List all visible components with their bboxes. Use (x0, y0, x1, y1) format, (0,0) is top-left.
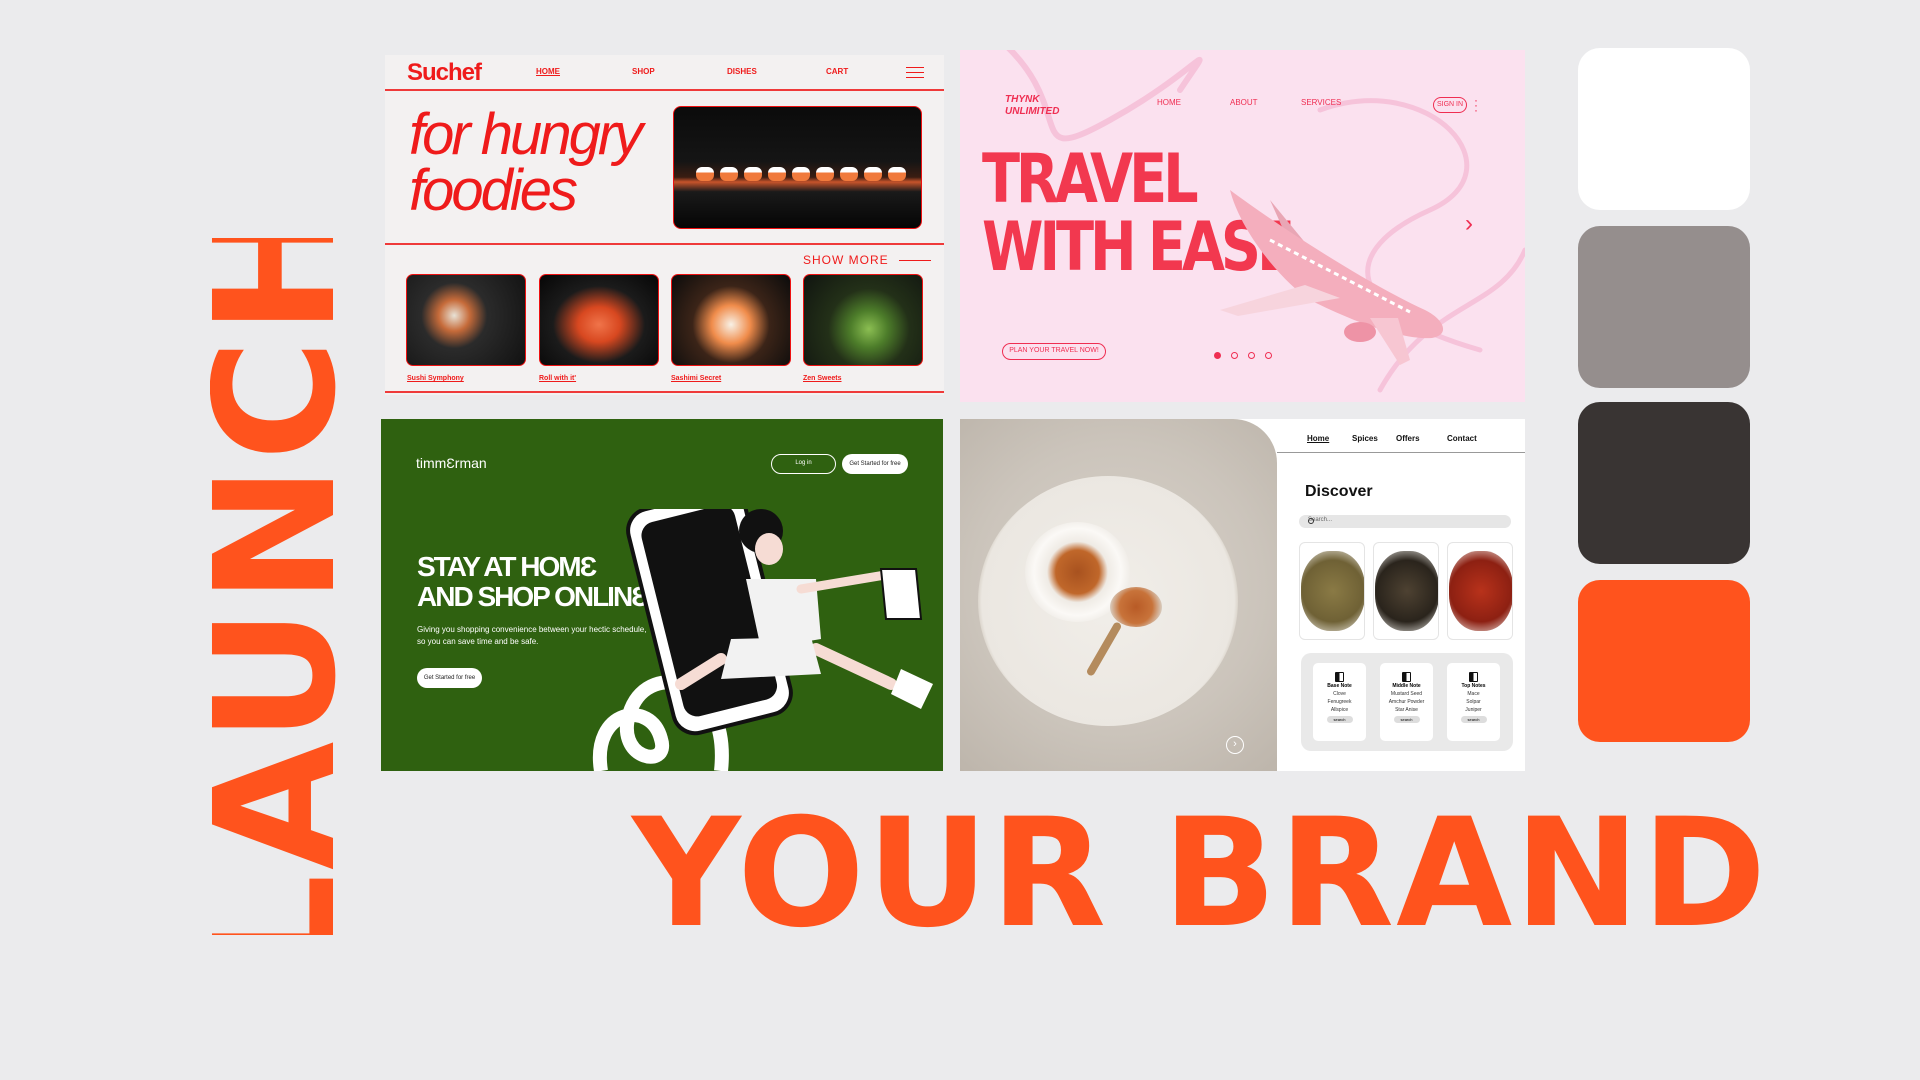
note-title: Top Notes (1461, 683, 1486, 689)
launch-heading: LAUNCH (210, 238, 345, 935)
thynk-logo[interactable]: THYNK UNLIMITED (1005, 94, 1059, 118)
jar-icon (1402, 672, 1411, 682)
note-search-button[interactable]: search (1393, 716, 1420, 723)
spice-image-3 (1449, 551, 1512, 631)
nav-divider (1277, 452, 1525, 453)
slide-dot-2[interactable] (1231, 352, 1238, 359)
note-card-base[interactable]: Base Note Clove Fenugreek Allspice searc… (1313, 663, 1366, 741)
section-divider (385, 243, 944, 245)
your-brand-heading: YOUR BRAND (632, 787, 1769, 961)
spices-mockup: › Home Spices Offers Contact Discover Se… (960, 419, 1525, 771)
login-button[interactable]: Log in (771, 454, 836, 474)
note-item: Fenugreek (1327, 699, 1352, 705)
swatch-white (1578, 48, 1750, 210)
swatch-dark (1578, 402, 1750, 564)
show-more-link[interactable]: SHOW MORE (803, 253, 932, 267)
dish-caption-2[interactable]: Roll with it' (539, 375, 576, 382)
spice-card-3[interactable] (1447, 542, 1513, 640)
note-item: Solpar (1466, 699, 1481, 705)
jar-icon (1469, 672, 1478, 682)
discover-heading: Discover (1305, 483, 1373, 500)
note-item: Mustard Seed (1390, 691, 1423, 697)
spice-card-2[interactable] (1373, 542, 1439, 640)
nav-contact[interactable]: Contact (1447, 434, 1477, 443)
swatch-grey (1578, 226, 1750, 388)
swatch-orange (1578, 580, 1750, 742)
note-item: Clove (1333, 691, 1346, 697)
dish-thumb-1[interactable] (406, 274, 526, 366)
note-card-top[interactable]: Top Notes Mace Solpar Juniper search (1447, 663, 1500, 741)
nav-shop[interactable]: SHOP (632, 67, 655, 76)
spice-image-1 (1301, 551, 1364, 631)
travel-mockup: THYNK UNLIMITED HOME ABOUT SERVICES SIGN… (960, 50, 1525, 402)
note-title: Base Note (1327, 683, 1352, 689)
dish-caption-3[interactable]: Sashimi Secret (671, 375, 721, 382)
header-divider (385, 89, 944, 91)
jar-icon (1335, 672, 1344, 682)
dish-thumb-3[interactable] (671, 274, 791, 366)
spice-spoon (1110, 587, 1162, 627)
timmerman-mockup: timmƐrman Log in Get Started for free ST… (381, 419, 943, 771)
suchef-mockup: Suchef HOME SHOP DISHES CART for hungry … (385, 55, 944, 395)
footer-divider (385, 391, 944, 393)
nav-cart[interactable]: CART (826, 67, 848, 76)
timmerman-logo[interactable]: timmƐrman (416, 455, 487, 471)
brand-line-2: UNLIMITED (1005, 106, 1060, 117)
chevron-right-icon[interactable]: › (1465, 210, 1473, 238)
search-input[interactable]: Search... (1299, 515, 1511, 528)
airplane-illustration (1220, 190, 1444, 365)
sign-in-button[interactable]: SIGN IN (1433, 97, 1467, 113)
arrow-circle-icon[interactable]: › (1226, 736, 1244, 754)
brand-line-1: THYNK (1005, 94, 1040, 105)
spice-card-1[interactable] (1299, 542, 1365, 640)
nav-dishes[interactable]: DISHES (727, 67, 757, 76)
note-item: Star Anise (1395, 707, 1418, 713)
dish-thumb-2[interactable] (539, 274, 659, 366)
search-icon[interactable] (1308, 518, 1314, 524)
note-card-middle[interactable]: Middle Note Mustard Seed Amchur Powder S… (1380, 663, 1433, 741)
slide-dot-3[interactable] (1248, 352, 1255, 359)
note-title: Middle Note (1392, 683, 1421, 689)
more-vertical-icon[interactable]: · · · (1474, 94, 1478, 116)
note-item: Allspice (1330, 707, 1349, 713)
headline-line-2: foodies (409, 158, 578, 223)
hamburger-icon[interactable] (906, 67, 924, 78)
shopper-phone-illustration (592, 509, 933, 771)
nav-home[interactable]: HOME (536, 67, 560, 76)
nav-offers[interactable]: Offers (1396, 434, 1420, 443)
dish-caption-4[interactable]: Zen Sweets (803, 375, 842, 382)
slide-dot-1[interactable] (1214, 352, 1221, 359)
headline-line-1: for hungry (409, 102, 643, 167)
arrow-right-icon (899, 260, 932, 262)
note-item: Amchur Powder (1388, 699, 1425, 705)
suchef-headline: for hungry foodies (409, 102, 643, 223)
slide-dot-4[interactable] (1265, 352, 1272, 359)
sushi-hero-image (673, 106, 922, 229)
note-search-button[interactable]: search (1326, 716, 1353, 723)
plan-travel-button[interactable]: PLAN YOUR TRAVEL NOW! (1002, 343, 1106, 360)
show-more-label: SHOW MORE (803, 253, 889, 267)
dish-caption-1[interactable]: Sushi Symphony (407, 375, 464, 382)
nav-about[interactable]: ABOUT (1230, 98, 1258, 107)
nav-services[interactable]: SERVICES (1301, 98, 1341, 107)
note-item: Juniper (1465, 707, 1482, 713)
nav-spices[interactable]: Spices (1352, 434, 1378, 443)
spice-image-2 (1375, 551, 1438, 631)
note-item: Mace (1467, 691, 1480, 697)
get-started-header-button[interactable]: Get Started for free (842, 454, 908, 474)
nav-home[interactable]: Home (1307, 434, 1329, 443)
nav-home[interactable]: HOME (1157, 98, 1181, 107)
get-started-button[interactable]: Get Started for free (417, 668, 482, 688)
dish-thumb-4[interactable] (803, 274, 923, 366)
launch-text: LAUNCH (210, 238, 345, 935)
note-search-button[interactable]: search (1460, 716, 1487, 723)
spice-plate-photo: › (960, 419, 1277, 771)
suchef-logo[interactable]: Suchef (407, 59, 482, 87)
